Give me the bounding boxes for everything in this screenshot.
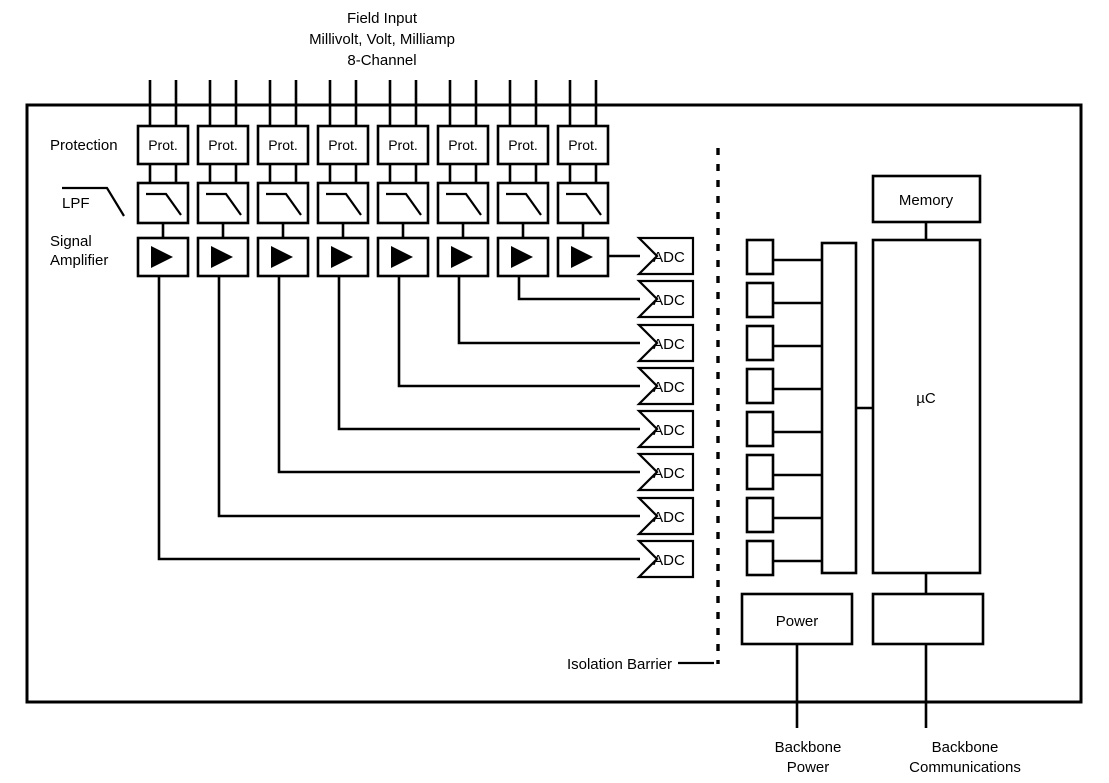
protection-label-3: Prot. — [268, 137, 298, 153]
protection-label-7: Prot. — [508, 137, 538, 153]
backbone-communications-line1: Backbone — [932, 739, 999, 756]
title-line-1: Field Input — [347, 10, 418, 27]
adc-label-5: ADC — [653, 422, 685, 439]
backbone-communications-line2: Communications — [909, 759, 1021, 776]
label-lpf: LPF — [62, 195, 90, 212]
backbone-power-line2: Power — [787, 759, 830, 776]
title-line-3: 8-Channel — [347, 52, 416, 69]
isolator-block-1 — [745, 238, 775, 276]
isolator-block-3 — [745, 324, 775, 362]
adc-label-8: ADC — [653, 552, 685, 569]
communications-block — [871, 592, 985, 646]
protection-label-6: Prot. — [448, 137, 478, 153]
isolator-block-6 — [745, 453, 775, 491]
backbone-communications-caption: Backbone Communications — [909, 739, 1021, 776]
backbone-power-caption: Backbone Power — [775, 739, 842, 776]
protection-label-1: Prot. — [148, 137, 178, 153]
label-signal-amplifier-line2: Amplifier — [50, 252, 108, 269]
isolator-block-8 — [745, 539, 775, 577]
channel-8: Prot. — [556, 124, 640, 278]
memory-label: Memory — [899, 192, 954, 209]
backbone-power-line1: Backbone — [775, 739, 842, 756]
analog-input-module-diagram: Field Input Millivolt, Volt, Milliamp 8-… — [25, 10, 1083, 776]
power-label: Power — [776, 613, 819, 630]
lpf-block-5 — [376, 181, 430, 225]
adc-label-2: ADC — [653, 292, 685, 309]
lpf-block-3 — [256, 181, 310, 225]
lpf-block-6 — [436, 181, 490, 225]
isolator-bus-wires — [773, 258, 822, 563]
signal-route-6 — [457, 276, 640, 345]
protection-label-4: Prot. — [328, 137, 358, 153]
isolator-block-5 — [745, 410, 775, 448]
lpf-block-8 — [556, 181, 610, 225]
protection-label-2: Prot. — [208, 137, 238, 153]
isolator-block-7 — [745, 496, 775, 534]
adc-label-3: ADC — [653, 336, 685, 353]
title-line-2: Millivolt, Volt, Milliamp — [309, 31, 455, 48]
lpf-block-2 — [196, 181, 250, 225]
lpf-block-1 — [136, 181, 190, 225]
protection-label-5: Prot. — [388, 137, 418, 153]
microcontroller-label: µC — [916, 390, 936, 407]
isolation-barrier-label: Isolation Barrier — [567, 656, 672, 673]
lpf-block-7 — [496, 181, 550, 225]
label-signal-amplifier-line1: Signal — [50, 233, 92, 250]
field-input-wires — [148, 80, 598, 126]
field-input-title: Field Input Millivolt, Volt, Milliamp 8-… — [309, 10, 455, 69]
adc-bank: ADC ADC ADC ADC ADC ADC ADC ADC — [636, 236, 695, 579]
label-protection: Protection — [50, 137, 118, 154]
signal-route-2 — [217, 276, 640, 518]
adc-label-1: ADC — [653, 249, 685, 266]
channel-4: Prot. — [316, 124, 640, 431]
block-diagram-canvas: Field Input Millivolt, Volt, Milliamp 8-… — [0, 0, 1109, 783]
adc-label-4: ADC — [653, 379, 685, 396]
protection-label-8: Prot. — [568, 137, 598, 153]
adc-label-6: ADC — [653, 465, 685, 482]
adc-label-7: ADC — [653, 509, 685, 526]
lpf-block-4 — [316, 181, 370, 225]
digital-isolator-bank — [745, 238, 775, 577]
signal-route-7 — [517, 276, 640, 301]
isolator-block-4 — [745, 367, 775, 405]
row-labels: Protection LPF Signal Amplifier — [50, 137, 125, 269]
signal-bus-bar — [820, 241, 858, 575]
isolator-block-2 — [745, 281, 775, 319]
